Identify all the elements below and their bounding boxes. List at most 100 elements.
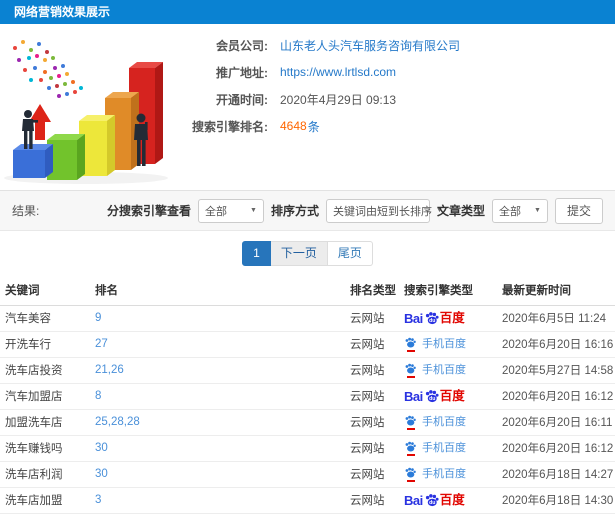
company-link[interactable]: 山东老人头汽车服务咨询有限公司 <box>280 37 460 54</box>
mobile-baidu-underline <box>406 428 415 430</box>
mobile-baidu-label: 手机百度 <box>422 415 466 428</box>
mobile-baidu-icon <box>404 362 417 378</box>
mobile-baidu-underline <box>406 376 415 378</box>
baidu-logo-du-text: du <box>429 396 435 402</box>
page-next-button[interactable]: 下一页 <box>270 240 328 266</box>
rank-cell[interactable]: 3 <box>90 487 345 514</box>
promo-url-link[interactable]: https://www.lrtlsd.com <box>280 65 396 79</box>
table-row: 汽车美容 9 云网站 Bai du 百度 2020年6月5日 11:24 <box>0 305 615 332</box>
table-row: 开洗车行 27 云网站 手机百度 2020年6月20日 16:16 <box>0 331 615 358</box>
baidu-logo-bai-text: Bai <box>404 492 423 508</box>
open-time-label: 开通时间: <box>216 92 268 107</box>
page-last-button[interactable]: 尾页 <box>327 240 373 266</box>
company-info: 会员公司: 山东老人头汽车服务咨询有限公司 推广地址: https://www.… <box>172 36 460 144</box>
page: 网络营销效果展示 会员公司: 山东老人头汽车服务咨询有限公司 推广地址: htt… <box>0 0 615 520</box>
baidu-logo-chinese-text: 百度 <box>439 310 465 325</box>
mobile-baidu-label: 手机百度 <box>422 363 466 376</box>
rank-cell[interactable]: 21,26 <box>90 357 345 384</box>
mobile-baidu-label: 手机百度 <box>422 467 466 480</box>
article-type-select[interactable]: 全部 ▼ <box>491 198 548 223</box>
mobile-baidu: 手机百度 <box>404 362 466 378</box>
company-label: 会员公司: <box>216 38 268 53</box>
keyword-cell: 洗车赚钱吗 <box>0 435 90 462</box>
submit-button[interactable]: 提交 <box>554 197 603 224</box>
baidu-paw-icon: du <box>425 312 439 324</box>
sort-select[interactable]: 关键词由短到长排序 ▼ <box>325 198 443 223</box>
table-row: 洗车赚钱吗 30 云网站 手机百度 2020年6月20日 16:12 <box>0 435 615 462</box>
mobile-baidu: 手机百度 <box>404 414 466 430</box>
rank-type-cell: 云网站 <box>345 435 399 462</box>
results-table: 关键词 排名 排名类型 搜索引擎类型 最新更新时间 汽车美容 9 云网站 Bai <box>0 275 615 514</box>
bar-chart-graphic <box>4 40 168 184</box>
rank-type-cell: 云网站 <box>345 357 399 384</box>
updated-cell: 2020年6月20日 16:16 <box>497 331 615 358</box>
baidu-logo-du-text: du <box>429 318 435 324</box>
table-row: 加盟洗车店 25,28,28 云网站 手机百度 2020年6月20日 16:11 <box>0 409 615 436</box>
keyword-cell: 洗车店利润 <box>0 461 90 488</box>
baidu-logo-bai-text: Bai <box>404 310 423 326</box>
engine-filter-label: 分搜索引擎查看 <box>106 204 191 218</box>
mobile-baidu-underline <box>406 454 415 456</box>
filter-group: 分搜索引擎查看 全部 ▼ 排序方式 关键词由短到长排序 ▼ 文章类型 全部 ▼ … <box>106 197 603 224</box>
column-header-rank: 排名 <box>90 275 345 306</box>
updated-cell: 2020年6月20日 16:11 <box>497 409 615 436</box>
baidu-logo-bai-text: Bai <box>404 388 423 404</box>
updated-cell: 2020年6月18日 14:27 <box>497 461 615 488</box>
ranking-count-value: 4648 <box>280 119 307 133</box>
pagination: 1 下一页 尾页 <box>0 231 615 275</box>
sort-select-value: 关键词由短到长排序 <box>332 205 432 218</box>
baidu-logo-chinese-text: 百度 <box>439 492 465 507</box>
mobile-baidu: 手机百度 <box>404 466 466 482</box>
mobile-baidu-label: 手机百度 <box>422 337 466 350</box>
updated-cell: 2020年6月18日 14:30 <box>497 487 615 514</box>
mobile-baidu-underline <box>406 350 415 352</box>
updated-cell: 2020年6月5日 11:24 <box>497 305 615 332</box>
article-type-select-value: 全部 <box>498 205 521 218</box>
engine-cell: Bai du 百度 <box>399 487 497 514</box>
caret-down-icon: ▼ <box>534 207 541 214</box>
engine-select-value: 全部 <box>204 205 227 218</box>
baidu-logo: Bai du 百度 <box>404 310 465 326</box>
keyword-cell: 汽车加盟店 <box>0 383 90 410</box>
engine-cell: Bai du 百度 <box>399 305 497 332</box>
ranking-count-unit: 条 <box>307 119 320 134</box>
keyword-cell: 汽车美容 <box>0 305 90 332</box>
engine-cell: 手机百度 <box>399 461 497 488</box>
rank-cell[interactable]: 30 <box>90 435 345 462</box>
engine-select[interactable]: 全部 ▼ <box>197 198 264 223</box>
rank-cell[interactable]: 8 <box>90 383 345 410</box>
open-time-value: 2020年4月29日 09:13 <box>280 92 397 107</box>
column-header-updated: 最新更新时间 <box>497 275 615 306</box>
baidu-logo-chinese-text: 百度 <box>439 388 465 403</box>
keyword-cell: 加盟洗车店 <box>0 409 90 436</box>
info-row-url: 推广地址: https://www.lrtlsd.com <box>172 63 460 81</box>
rank-type-cell: 云网站 <box>345 305 399 332</box>
mobile-baidu: 手机百度 <box>404 336 466 352</box>
rank-cell[interactable]: 25,28,28 <box>90 409 345 436</box>
rank-cell[interactable]: 9 <box>90 305 345 332</box>
mobile-baidu-icon <box>404 466 417 482</box>
updated-cell: 2020年6月20日 16:12 <box>497 435 615 462</box>
rank-type-cell: 云网站 <box>345 331 399 358</box>
table-header-row: 关键词 排名 排名类型 搜索引擎类型 最新更新时间 <box>0 275 615 306</box>
baidu-paw-icon: du <box>425 390 439 402</box>
keyword-cell: 洗车店投资 <box>0 357 90 384</box>
column-header-rank-type: 排名类型 <box>345 275 399 306</box>
keyword-cell: 开洗车行 <box>0 331 90 358</box>
page-title: 网络营销效果展示 <box>14 5 111 19</box>
results-bar: 结果: 分搜索引擎查看 全部 ▼ 排序方式 关键词由短到长排序 ▼ 文章类型 全… <box>0 190 615 231</box>
sort-filter-label: 排序方式 <box>270 204 319 218</box>
baidu-paw-icon: du <box>425 494 439 506</box>
rank-cell[interactable]: 27 <box>90 331 345 358</box>
results-label: 结果: <box>12 204 40 218</box>
rank-cell[interactable]: 30 <box>90 461 345 488</box>
mobile-baidu-label: 手机百度 <box>422 441 466 454</box>
mobile-baidu-underline <box>406 480 415 482</box>
baidu-logo-du-text: du <box>429 500 435 506</box>
table-row: 洗车店投资 21,26 云网站 手机百度 2020年5月27日 14:58 <box>0 357 615 384</box>
keyword-cell: 洗车店加盟 <box>0 487 90 514</box>
mobile-baidu-icon <box>404 440 417 456</box>
table-row: 汽车加盟店 8 云网站 Bai du 百度 2020年6月20日 16:12 <box>0 383 615 410</box>
promo-url-label: 推广地址: <box>216 65 268 80</box>
page-current[interactable]: 1 <box>242 240 271 266</box>
